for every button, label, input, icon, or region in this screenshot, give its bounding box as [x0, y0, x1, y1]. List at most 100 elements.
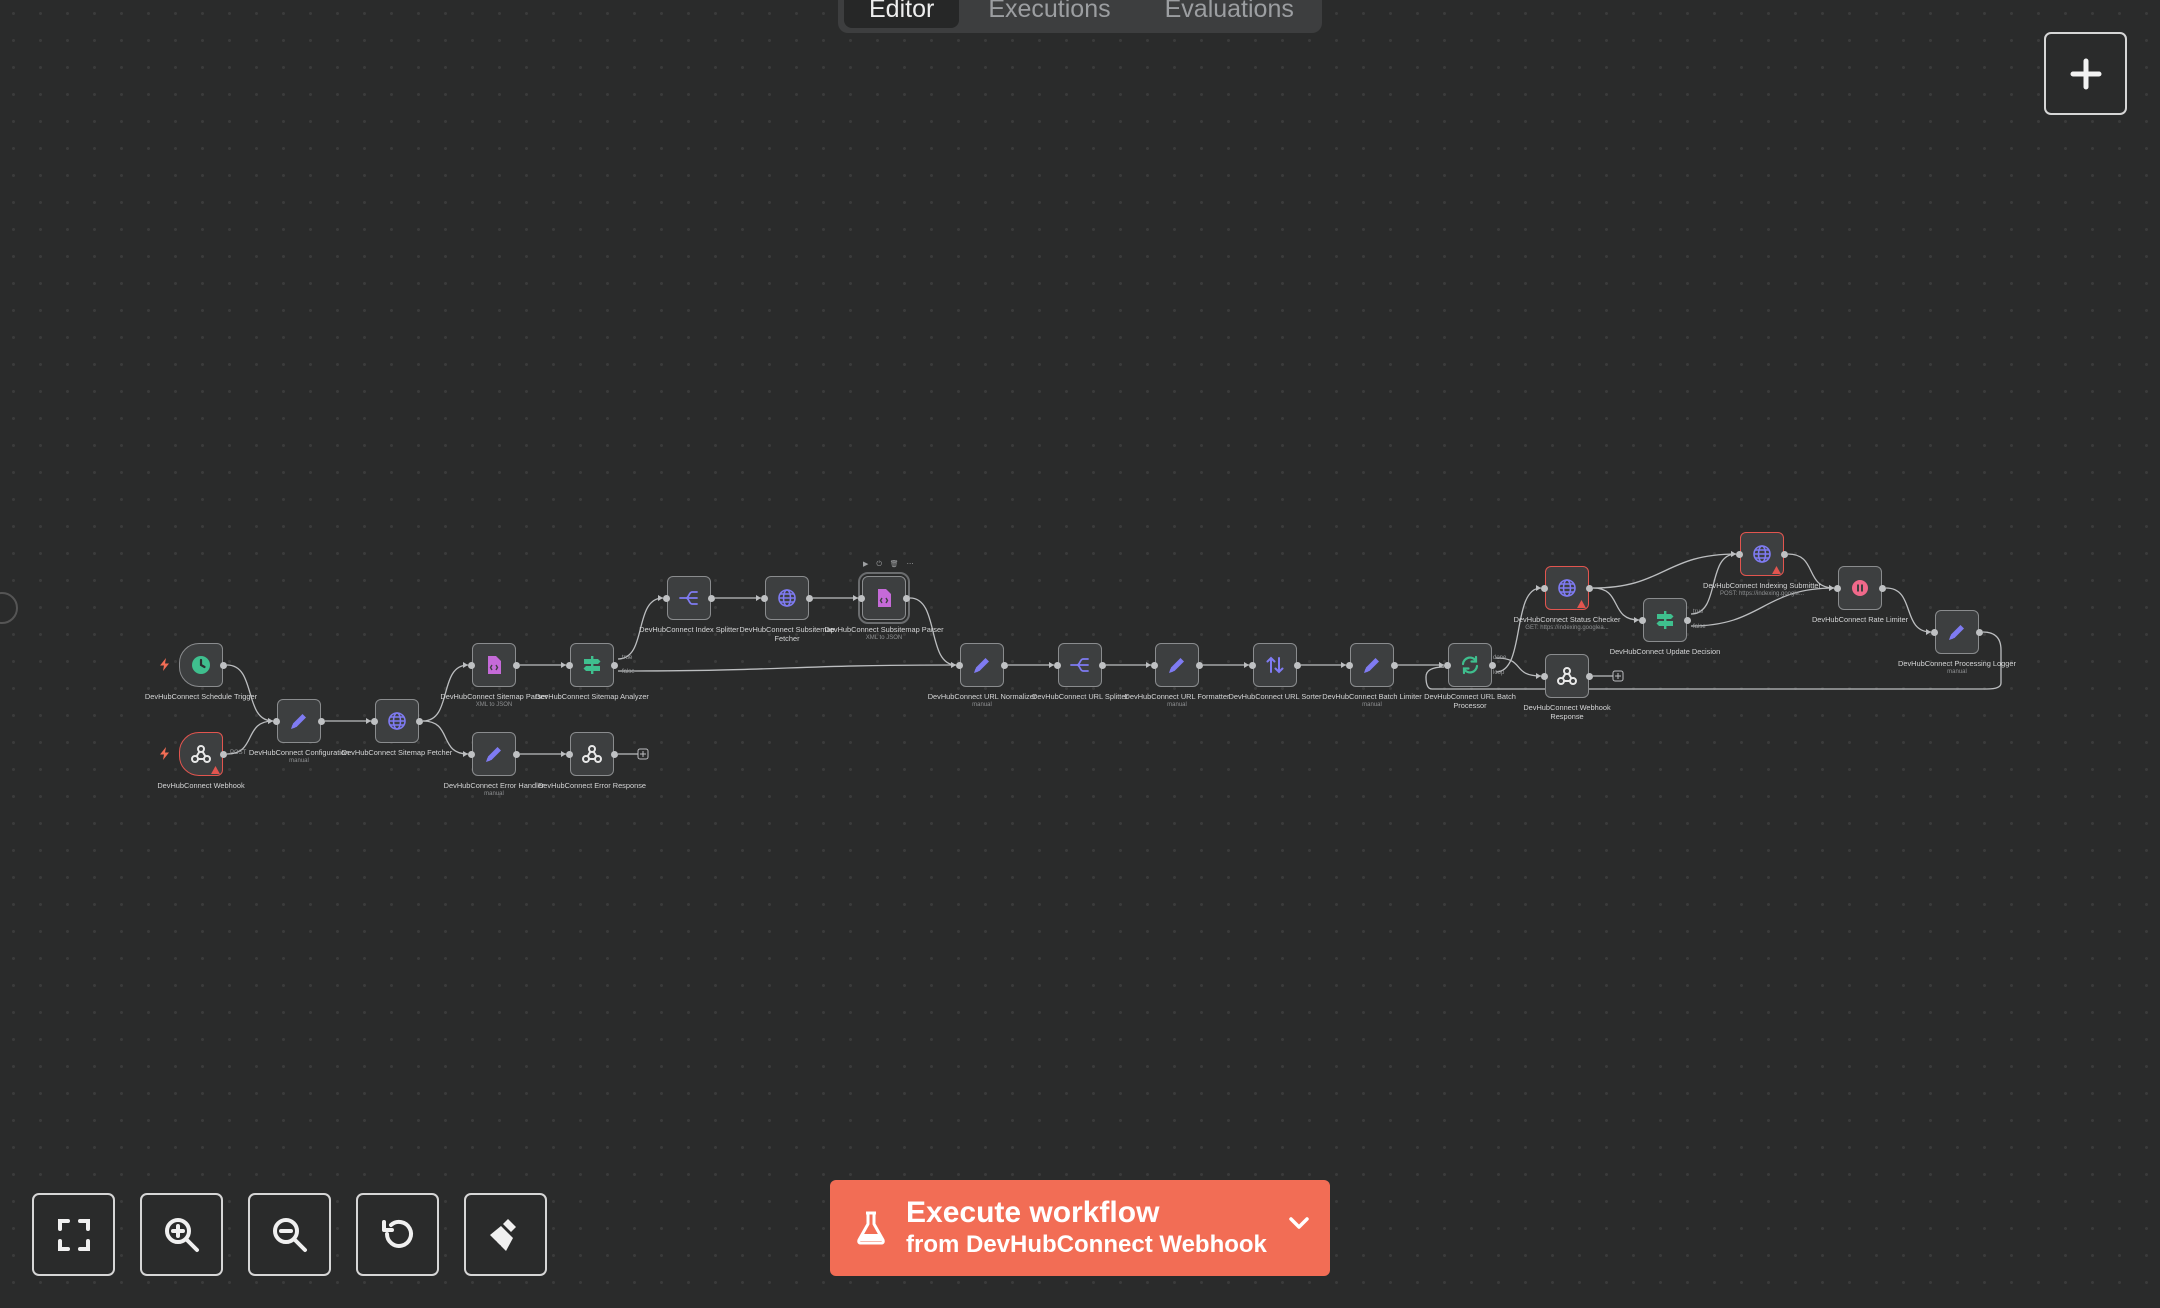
workflow-canvas[interactable]: ▶ ⏻ 🗑 ⋯ POST true false done loop true f… [0, 0, 2160, 1308]
node-title: DevHubConnect URL Sorter [1228, 692, 1322, 701]
output-port[interactable] [1196, 661, 1203, 669]
input-port[interactable] [468, 661, 475, 669]
output-port[interactable] [513, 661, 520, 669]
file-code-icon [873, 587, 895, 609]
output-port[interactable] [1001, 661, 1008, 669]
split-icon [1069, 654, 1091, 676]
tidy-up-button[interactable] [464, 1193, 547, 1276]
output-port[interactable] [708, 594, 715, 602]
node-status-check[interactable] [1541, 566, 1593, 610]
node-subtitle: manual [972, 702, 992, 708]
input-port[interactable] [1541, 672, 1548, 680]
input-port[interactable] [1151, 661, 1158, 669]
output-port[interactable] [1586, 672, 1593, 680]
node-batch-limit[interactable] [1346, 643, 1398, 687]
broom-icon [489, 1218, 516, 1251]
node-error-handler[interactable] [468, 732, 520, 776]
split-icon [678, 587, 700, 609]
node-title: DevHubConnect Sitemap Analyzer [535, 692, 649, 701]
node-title: DevHubConnect Indexing Submitter [1703, 581, 1821, 590]
output-port[interactable] [611, 661, 618, 669]
output-port[interactable] [1781, 550, 1788, 558]
input-port[interactable] [956, 661, 963, 669]
zoom-in-icon [164, 1217, 199, 1252]
sort-icon [1264, 654, 1286, 676]
output-port[interactable] [220, 661, 227, 669]
node-webhook[interactable] [160, 732, 227, 776]
output-port[interactable] [1294, 661, 1301, 669]
output-port[interactable] [1586, 584, 1593, 592]
pencil-icon [1361, 654, 1383, 676]
input-port[interactable] [858, 594, 865, 602]
input-port[interactable] [1931, 628, 1938, 636]
node-subsitemap-fetch[interactable] [761, 576, 813, 620]
output-port[interactable] [903, 594, 910, 602]
pencil-icon [971, 654, 993, 676]
execute-subtitle: from DevHubConnect Webhook [906, 1231, 1267, 1258]
node-error-response[interactable] [566, 732, 618, 776]
output-port[interactable] [1099, 661, 1106, 669]
node-subtitle: manual [1947, 669, 1967, 675]
output-port[interactable] [806, 594, 813, 602]
node-sitemap-fetch[interactable] [371, 699, 423, 743]
input-port[interactable] [273, 717, 280, 725]
node-url-format[interactable] [1151, 643, 1203, 687]
lightning-icon [160, 658, 169, 671]
node-url-split[interactable] [1054, 643, 1106, 687]
pencil-icon [288, 710, 310, 732]
node-sitemap-parse[interactable] [468, 643, 520, 687]
execute-workflow-button[interactable]: Execute workflow from DevHubConnect Webh… [830, 1180, 1330, 1276]
input-port[interactable] [1736, 550, 1743, 558]
input-port[interactable] [566, 661, 573, 669]
output-port[interactable] [1489, 661, 1496, 669]
input-port[interactable] [663, 594, 670, 602]
node-update-dec[interactable] [1639, 598, 1691, 642]
input-port[interactable] [761, 594, 768, 602]
connection-line[interactable] [617, 664, 957, 672]
input-port[interactable] [1444, 661, 1451, 669]
node-sitemap-analyze[interactable] [566, 643, 618, 687]
input-port[interactable] [468, 750, 475, 758]
node-subtitle: manual [289, 758, 309, 764]
output-port[interactable] [416, 717, 423, 725]
warning-icon [1577, 600, 1586, 608]
input-port[interactable] [1834, 584, 1841, 592]
node-url-norm[interactable] [956, 643, 1008, 687]
node-batch-proc[interactable] [1444, 643, 1496, 687]
input-port[interactable] [1639, 616, 1646, 624]
node-index-submit[interactable] [1736, 532, 1788, 576]
reset-zoom-button[interactable] [356, 1193, 439, 1276]
input-port[interactable] [1541, 584, 1548, 592]
output-port[interactable] [1976, 628, 1983, 636]
node-title: DevHubConnect Rate Limiter [1811, 615, 1909, 624]
node-mini-toolbar[interactable]: ▶ ⏻ 🗑 ⋯ [863, 560, 917, 569]
output-port[interactable] [220, 750, 227, 758]
warning-icon [1772, 566, 1781, 574]
output-port[interactable] [1391, 661, 1398, 669]
node-label: DevHubConnect Schedule Trigger [141, 692, 261, 701]
node-title: DevHubConnect Status Checker [1513, 615, 1621, 624]
input-port[interactable] [371, 717, 378, 725]
input-port[interactable] [1346, 661, 1353, 669]
input-port[interactable] [1054, 661, 1061, 669]
chevron-down-icon[interactable] [1288, 1216, 1310, 1230]
input-port[interactable] [1249, 661, 1256, 669]
output-port[interactable] [1879, 584, 1886, 592]
output-port[interactable] [1684, 616, 1691, 624]
connection-line[interactable] [1885, 587, 1932, 633]
fit-view-button[interactable] [32, 1193, 115, 1276]
node-config[interactable] [273, 699, 325, 743]
zoom-in-button[interactable] [140, 1193, 223, 1276]
node-subsitemap-parse[interactable] [858, 572, 910, 624]
node-webhook-resp[interactable] [1541, 654, 1593, 698]
node-index-split[interactable] [663, 576, 715, 620]
output-port[interactable] [318, 717, 325, 725]
node-schedule[interactable] [160, 643, 227, 687]
node-url-sort[interactable] [1249, 643, 1301, 687]
zoom-out-button[interactable] [248, 1193, 331, 1276]
input-port[interactable] [566, 750, 573, 758]
node-rate-limit[interactable] [1834, 566, 1886, 610]
node-proc-logger[interactable] [1931, 610, 1983, 654]
output-port[interactable] [513, 750, 520, 758]
output-port[interactable] [611, 750, 618, 758]
